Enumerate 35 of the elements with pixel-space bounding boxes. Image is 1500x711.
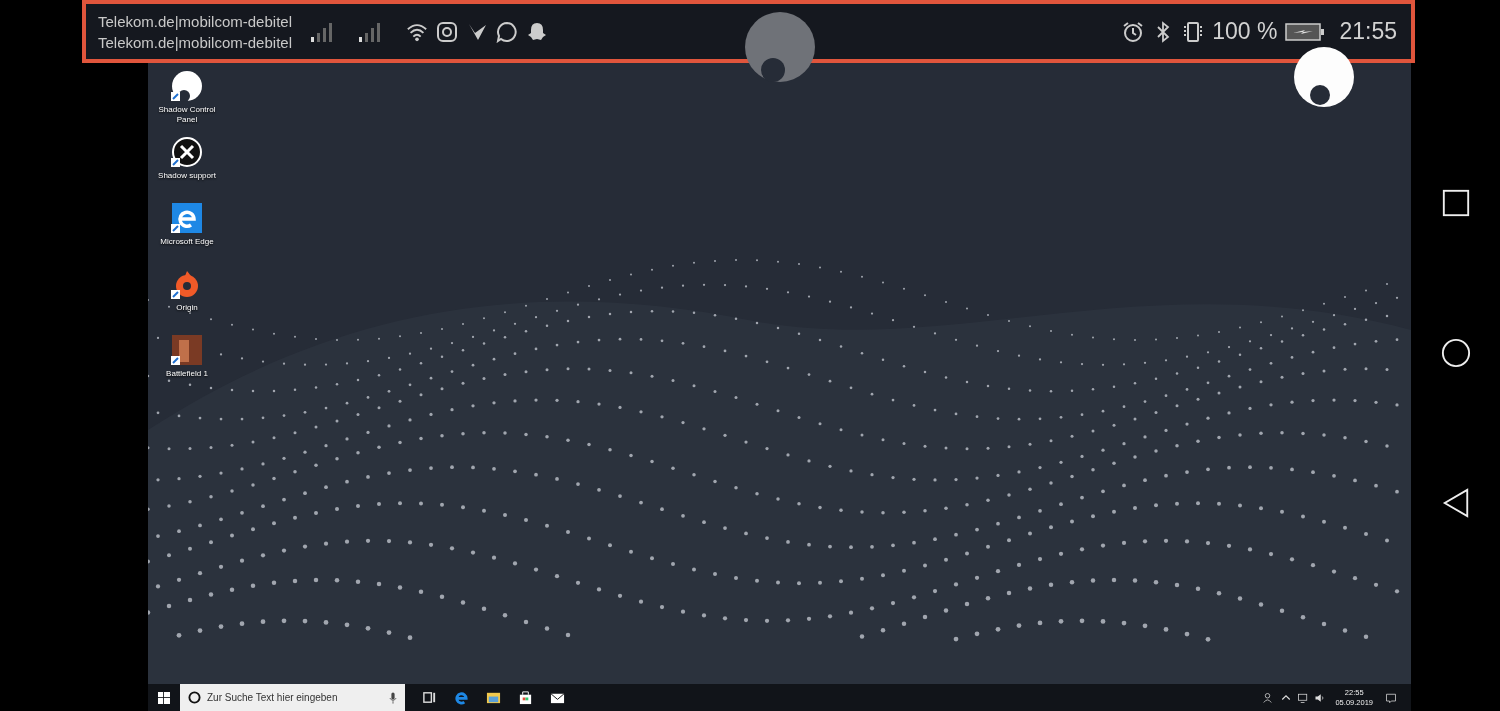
desktop-shortcut[interactable]: Origin	[148, 268, 226, 331]
recent-apps-button[interactable]	[1440, 188, 1471, 218]
folder-icon[interactable]	[486, 690, 501, 705]
browser-e-icon[interactable]	[454, 690, 469, 705]
desktop-shortcut[interactable]: Microsoft Edge	[148, 202, 226, 265]
game-cover-icon	[171, 334, 203, 366]
floating-moon-logo-icon[interactable]	[1293, 46, 1355, 108]
search-field[interactable]: Zur Suche Text hier eingeben	[180, 684, 405, 711]
network-icon[interactable]	[1297, 691, 1310, 704]
camera-icon	[436, 20, 458, 43]
notification-icon[interactable]	[1385, 691, 1397, 704]
vibrate-icon	[1182, 20, 1205, 43]
alarm-clock-icon	[1122, 20, 1145, 43]
desktop-shortcut[interactable]: Shadow Control Panel	[148, 70, 226, 133]
search-input[interactable]: Zur Suche Text hier eingeben	[207, 692, 383, 703]
battery-percentage: 100 %	[1212, 18, 1278, 45]
desktop-shortcut[interactable]: Shadow support	[148, 136, 226, 199]
home-button[interactable]	[1440, 338, 1471, 368]
browser-e-icon	[171, 202, 203, 234]
carrier-name: Telekom.de|mobilcom-debitel	[98, 32, 292, 53]
shopping-bag-icon[interactable]	[518, 690, 533, 705]
microphone-icon	[389, 691, 397, 704]
speaker-icon[interactable]	[1314, 691, 1327, 704]
status-time: 21:55	[1339, 18, 1397, 45]
tools-icon	[171, 136, 203, 168]
task-view-icon[interactable]	[422, 690, 437, 705]
circle-icon	[188, 691, 201, 704]
chat-bubble-icon	[496, 20, 518, 43]
carrier-name: Telekom.de|mobilcom-debitel	[98, 11, 292, 32]
battery-icon	[1285, 21, 1326, 42]
envelope-icon[interactable]	[550, 690, 565, 705]
moon-logo-icon	[171, 70, 203, 102]
ghost-icon	[526, 20, 548, 43]
desktop-shortcut[interactable]: Battlefield 1	[148, 334, 226, 397]
start-button[interactable]	[158, 691, 170, 704]
